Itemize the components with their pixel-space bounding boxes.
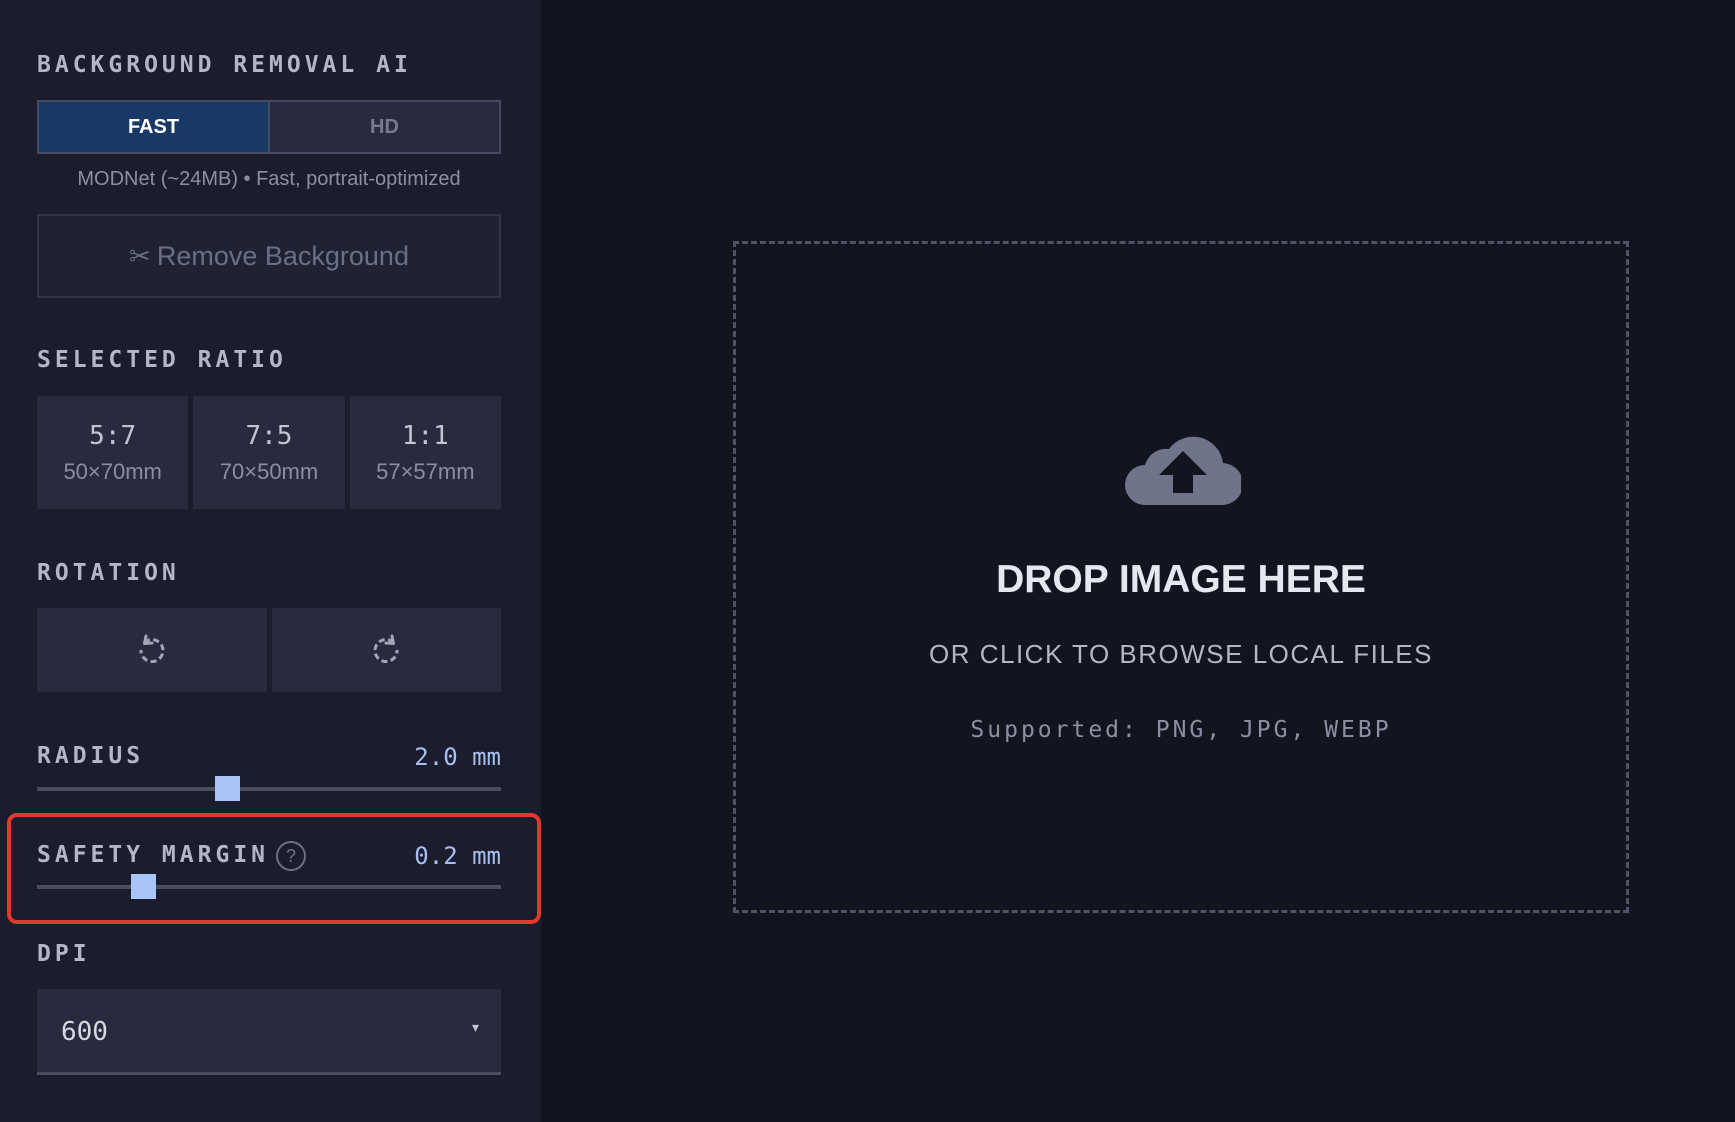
remove-background-button[interactable]: ✂ Remove Background bbox=[37, 214, 501, 298]
model-description: MODNet (~24MB) • Fast, portrait-optimize… bbox=[77, 168, 461, 190]
remove-background-label: Remove Background bbox=[156, 240, 409, 271]
safety-margin-slider-thumb[interactable] bbox=[131, 874, 157, 899]
help-icon[interactable]: ? bbox=[276, 841, 306, 871]
mode-fast-button[interactable]: FAST bbox=[39, 102, 268, 152]
cloud-upload-icon bbox=[1125, 436, 1241, 506]
ratio-size: 50×70mm bbox=[63, 458, 162, 484]
ratio-option-1-1[interactable]: 1:1 57×57mm bbox=[349, 396, 501, 509]
rotation-buttons bbox=[37, 608, 501, 692]
ratio-option-5-7[interactable]: 5:7 50×70mm bbox=[37, 396, 189, 509]
rotate-right-icon bbox=[373, 634, 399, 663]
radius-slider[interactable] bbox=[37, 776, 501, 802]
mode-toggle: FAST HD bbox=[37, 100, 501, 154]
rotate-left-icon bbox=[139, 634, 165, 663]
radius-value: 2.0 mm bbox=[414, 743, 501, 771]
drop-zone[interactable]: DROP IMAGE HERE OR CLICK TO BROWSE LOCAL… bbox=[733, 241, 1629, 913]
dpi-heading: DPI bbox=[37, 941, 91, 967]
supported-formats: Supported: PNG, JPG, WEBP bbox=[970, 717, 1392, 743]
drop-subtitle: OR CLICK TO BROWSE LOCAL FILES bbox=[929, 639, 1433, 669]
ratio-size: 70×50mm bbox=[219, 458, 319, 484]
radius-slider-track bbox=[37, 787, 501, 791]
safety-margin-slider-track bbox=[37, 885, 501, 889]
rotation-heading: ROTATION bbox=[37, 560, 180, 586]
app: BACKGROUND REMOVAL AI FAST HD MODNet (~2… bbox=[0, 0, 1735, 1122]
safety-margin-value: 0.2 mm bbox=[414, 842, 501, 870]
ratio-label: 5:7 bbox=[89, 420, 137, 451]
mode-hd-button[interactable]: HD bbox=[268, 102, 499, 152]
chevron-down-icon: ▾ bbox=[471, 1019, 479, 1035]
rotate-right-button[interactable] bbox=[271, 608, 501, 692]
ratio-label: 7:5 bbox=[245, 420, 293, 451]
sidebar: BACKGROUND REMOVAL AI FAST HD MODNet (~2… bbox=[0, 0, 541, 1122]
radius-slider-thumb[interactable] bbox=[214, 776, 240, 801]
ratio-options: 5:7 50×70mm 7:5 70×50mm 1:1 57×57mm bbox=[37, 396, 501, 509]
ratio-label: 1:1 bbox=[401, 420, 449, 451]
scissors-icon: ✂ bbox=[129, 240, 151, 271]
safety-margin-heading: SAFETY MARGIN bbox=[37, 842, 270, 868]
selected-ratio-heading: SELECTED RATIO bbox=[37, 347, 287, 373]
ratio-option-7-5[interactable]: 7:5 70×50mm bbox=[193, 396, 345, 509]
radius-heading: RADIUS bbox=[37, 743, 145, 769]
dpi-select[interactable]: 600 ▾ bbox=[37, 989, 501, 1075]
bg-removal-heading: BACKGROUND REMOVAL AI bbox=[37, 52, 412, 78]
safety-margin-slider[interactable] bbox=[37, 874, 501, 900]
rotate-left-button[interactable] bbox=[37, 608, 267, 692]
dpi-selected-value: 600 bbox=[61, 1017, 108, 1047]
ratio-size: 57×57mm bbox=[376, 458, 475, 484]
drop-title: DROP IMAGE HERE bbox=[996, 558, 1366, 601]
